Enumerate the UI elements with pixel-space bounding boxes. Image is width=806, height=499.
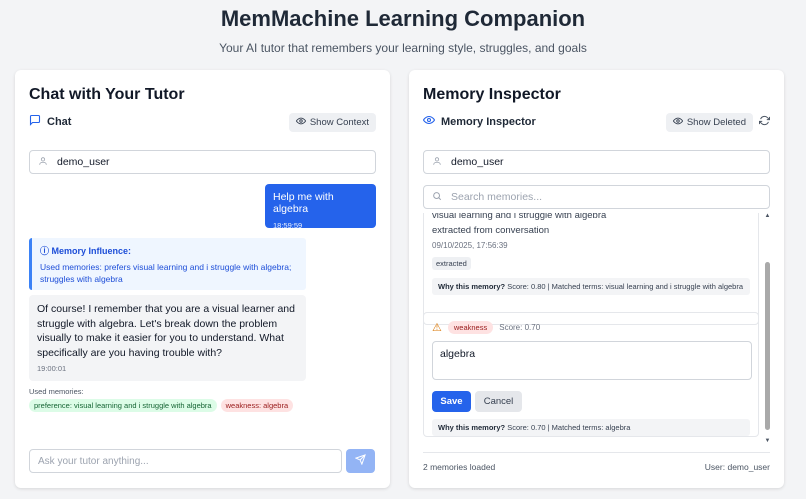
chat-bubble-icon	[29, 113, 41, 131]
send-icon	[354, 454, 366, 468]
inspector-subheader: Memory Inspector Show Deleted	[422, 112, 771, 132]
memory-tag-chip: extracted	[432, 257, 471, 270]
chat-subheader: Chat Show Context	[29, 112, 376, 132]
inspector-footer: 2 memories loaded User: demo_user	[423, 462, 770, 472]
chat-tab-label: Chat	[47, 116, 72, 128]
scrollbar-thumb[interactable]	[765, 262, 770, 430]
eye-icon	[422, 113, 436, 131]
inspector-user-value: demo_user	[451, 156, 504, 168]
user-message-text: Help me with algebra	[273, 191, 334, 215]
memory-influence-body: Used memories: prefers visual learning a…	[40, 262, 292, 284]
memory-date: 09/10/2025, 17:56:39	[432, 241, 508, 250]
search-placeholder: Search memories...	[451, 191, 543, 203]
why-text: Score: 0.80 | Matched terms: visual lear…	[507, 282, 744, 291]
assistant-message-time: 19:00:01	[37, 364, 67, 373]
app-header: MemMachine Learning Companion Your AI tu…	[0, 0, 806, 55]
why-this-memory: Why this memory? Score: 0.80 | Matched t…	[432, 278, 750, 295]
memory-card-header: ⚠ weakness Score: 0.70	[432, 321, 750, 334]
warning-icon: ⚠	[432, 322, 442, 334]
inspector-panel: Memory Inspector Memory Inspector Show D…	[409, 70, 784, 488]
eye-icon	[672, 116, 683, 129]
chat-panel-title: Chat with Your Tutor	[29, 86, 185, 103]
why-text: Score: 0.70 | Matched terms: algebra	[507, 423, 631, 432]
show-context-label: Show Context	[309, 116, 369, 128]
assistant-message: Of course! I remember that you are a vis…	[29, 295, 306, 381]
memory-source: extracted from conversation	[432, 225, 550, 236]
memories-count: 2 memories loaded	[423, 462, 496, 472]
user-icon	[432, 156, 442, 168]
memory-score: Score: 0.70	[499, 323, 541, 332]
memory-list-scrollbar[interactable]: ▲ ▼	[763, 213, 770, 444]
memory-edit-textarea[interactable]	[432, 341, 752, 380]
app-title: MemMachine Learning Companion	[220, 6, 586, 31]
why-label: Why this memory?	[438, 423, 506, 432]
assistant-message-text: Of course! I remember that you are a vis…	[37, 303, 295, 359]
used-memories-label: Used memories:	[29, 387, 84, 396]
chat-user-field[interactable]: demo_user	[29, 150, 376, 174]
footer-divider	[423, 452, 770, 453]
chat-input[interactable]: Ask your tutor anything...	[29, 449, 342, 473]
user-message-time: 18:59:59	[273, 221, 303, 230]
scroll-down-arrow-icon[interactable]: ▼	[763, 438, 770, 444]
cancel-button[interactable]: Cancel	[475, 391, 522, 412]
send-button[interactable]	[346, 449, 375, 473]
info-icon: ⓘ	[40, 246, 50, 256]
inspector-user-field[interactable]: demo_user	[423, 150, 770, 174]
chat-panel: Chat with Your Tutor Chat Show Context d…	[15, 70, 390, 488]
memory-card-editing[interactable]: ⚠ weakness Score: 0.70 Save Cancel Why t…	[423, 312, 759, 437]
why-this-memory: Why this memory? Score: 0.70 | Matched t…	[432, 419, 750, 436]
search-icon	[432, 191, 442, 203]
show-context-button[interactable]: Show Context	[288, 112, 376, 132]
memory-text: visual learning and i struggle with alge…	[432, 213, 607, 221]
app-subtitle: Your AI tutor that remembers your learni…	[219, 41, 587, 55]
inspector-panel-title: Memory Inspector	[423, 86, 561, 103]
refresh-icon[interactable]	[758, 115, 771, 129]
scroll-up-arrow-icon[interactable]: ▲	[763, 213, 770, 219]
memory-influence-box: ⓘ Memory Influence: Used memories: prefe…	[29, 238, 306, 290]
chat-input-placeholder: Ask your tutor anything...	[38, 455, 149, 467]
edit-actions: Save Cancel	[432, 391, 750, 412]
memory-list[interactable]: visual learning and i struggle with alge…	[423, 213, 770, 444]
memory-card[interactable]: visual learning and i struggle with alge…	[423, 213, 759, 325]
memory-tag: preference: visual learning and i strugg…	[29, 399, 217, 412]
memory-search-input[interactable]: Search memories...	[423, 185, 770, 209]
memory-type-badge: weakness	[447, 321, 494, 334]
why-label: Why this memory?	[438, 282, 506, 291]
inspector-tab-label: Memory Inspector	[441, 116, 536, 128]
user-message: Help me with algebra 18:59:59	[265, 184, 376, 230]
show-deleted-label: Show Deleted	[686, 116, 746, 128]
user-icon	[38, 156, 48, 168]
memory-tag: weakness: algebra	[220, 399, 294, 412]
used-memories-tags: preference: visual learning and i strugg…	[29, 399, 294, 412]
show-deleted-button[interactable]: Show Deleted	[665, 112, 753, 132]
save-button[interactable]: Save	[432, 391, 471, 412]
memory-influence-title: ⓘ Memory Influence:	[40, 246, 132, 256]
eye-icon	[295, 116, 306, 129]
chat-user-value: demo_user	[57, 156, 110, 168]
footer-user: User: demo_user	[704, 462, 770, 472]
